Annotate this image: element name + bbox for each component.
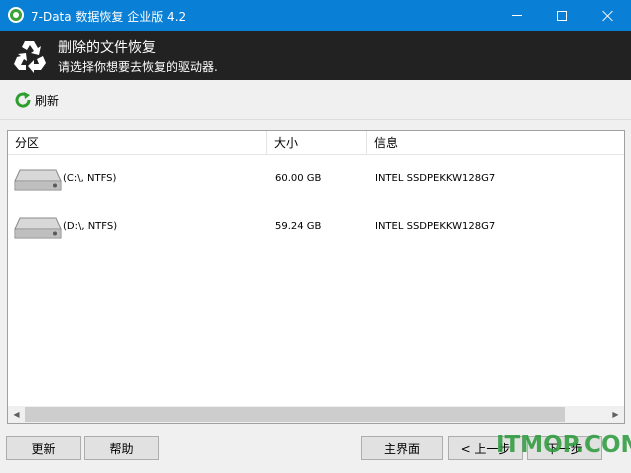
column-header-info[interactable]: 信息 <box>367 131 624 155</box>
refresh-button[interactable]: 刷新 <box>14 90 59 110</box>
drive-icon <box>14 169 62 191</box>
recycle-icon <box>14 41 46 73</box>
header-title: 删除的文件恢复 <box>58 40 156 56</box>
toolbar: 刷新 <box>0 80 631 120</box>
drive-size: 59.24 GB <box>275 221 322 232</box>
refresh-label: 刷新 <box>35 93 60 108</box>
drive-name: (C:\, NTFS) <box>63 173 117 184</box>
drive-info: INTEL SSDPEKKW128G7 <box>375 173 496 184</box>
title-bar: 7-Data 数据恢复 企业版 4.2 <box>0 0 631 31</box>
scroll-right-icon[interactable]: ▶ <box>607 406 624 423</box>
help-button[interactable]: 帮助 <box>84 436 159 460</box>
wizard-header: 删除的文件恢复 请选择你想要去恢复的驱动器. <box>0 31 631 80</box>
maximize-icon <box>557 10 567 21</box>
minimize-button[interactable] <box>494 0 540 31</box>
drive-info: INTEL SSDPEKKW128G7 <box>375 221 496 232</box>
drive-name: (D:\, NTFS) <box>63 221 118 232</box>
watermark-text: ITMOP.COM <box>496 432 631 458</box>
close-button[interactable] <box>585 0 631 31</box>
minimize-icon <box>512 15 522 16</box>
horizontal-scrollbar[interactable]: ◀ ▶ <box>8 406 624 423</box>
maximize-button[interactable] <box>539 0 585 31</box>
drive-row-d[interactable]: (D:\, NTFS) 59.24 GB INTEL SSDPEKKW128G7 <box>8 204 624 252</box>
column-header-partition[interactable]: 分区 <box>8 131 267 155</box>
close-icon <box>602 10 614 22</box>
main-menu-button[interactable]: 主界面 <box>361 436 443 460</box>
drive-size: 60.00 GB <box>275 173 322 184</box>
column-header-size[interactable]: 大小 <box>267 131 367 155</box>
list-header: 分区 大小 信息 <box>8 131 624 155</box>
window-title: 7-Data 数据恢复 企业版 4.2 <box>31 10 187 24</box>
app-logo-icon <box>8 7 24 23</box>
scroll-thumb[interactable] <box>25 407 565 422</box>
drive-row-c[interactable]: (C:\, NTFS) 60.00 GB INTEL SSDPEKKW128G7 <box>8 156 624 204</box>
update-button[interactable]: 更新 <box>6 436 81 460</box>
drive-icon <box>14 217 62 239</box>
refresh-icon <box>15 92 31 108</box>
drive-list[interactable]: 分区 大小 信息 (C:\, NTFS) 60.00 GB INTEL SSDP… <box>7 130 625 424</box>
scroll-left-icon[interactable]: ◀ <box>8 406 25 423</box>
header-subtitle: 请选择你想要去恢复的驱动器. <box>58 60 218 74</box>
